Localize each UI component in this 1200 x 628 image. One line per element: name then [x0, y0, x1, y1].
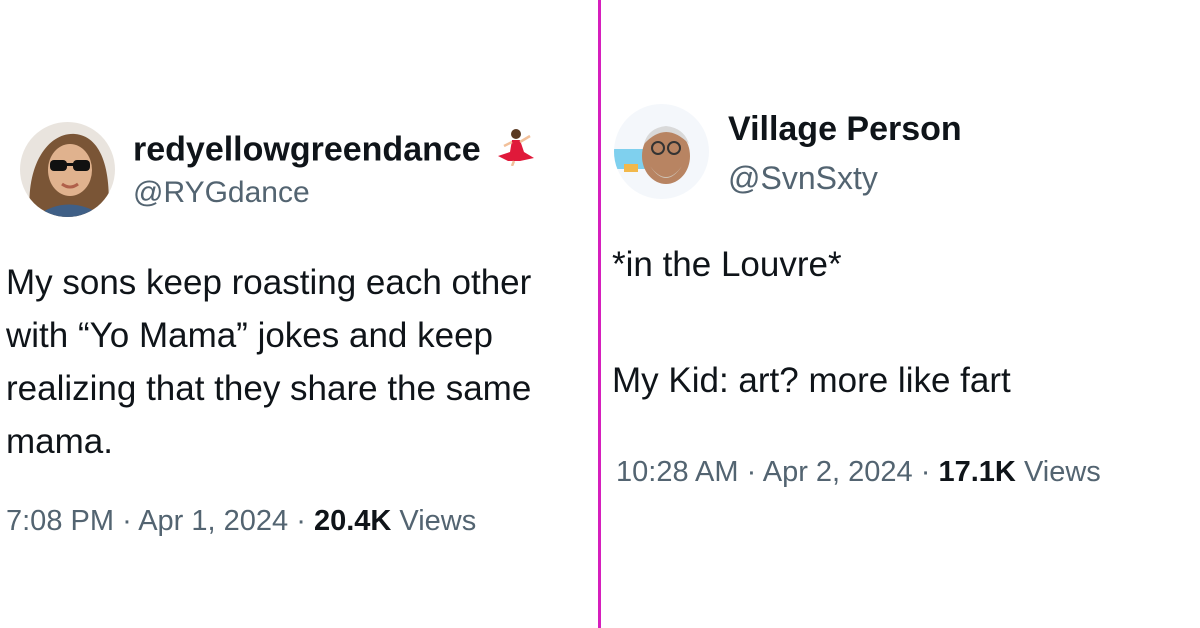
tweet-card-left: redyellowgreendance @RYGdance My sons ke… — [0, 0, 598, 628]
tweet-card-right: Village Person @SvnSxty *in the Louvre* … — [602, 0, 1200, 628]
tweet-date[interactable]: Apr 2, 2024 — [763, 456, 913, 488]
display-name[interactable]: Village Person — [728, 110, 962, 149]
avatar-photo-icon — [20, 122, 115, 217]
views-count: 20.4K — [313, 505, 392, 537]
views-label: Views — [1023, 456, 1101, 488]
tweet-meta: 10:28 AM · Apr 2, 2024 · 17.1K Views — [616, 456, 1101, 489]
views-count: 17.1K — [938, 456, 1016, 488]
handle[interactable]: @RYGdance — [133, 176, 310, 210]
dancer-emoji-icon — [494, 128, 536, 175]
avatar-photo-icon — [614, 104, 709, 199]
tweet-meta: 7:08 PM · Apr 1, 2024 · 20.4K Views — [6, 505, 476, 538]
tweet-date[interactable]: Apr 1, 2024 — [138, 505, 288, 537]
views-label: Views — [399, 505, 477, 537]
meta-separator: · — [746, 456, 757, 488]
handle[interactable]: @SvnSxty — [728, 160, 878, 197]
avatar[interactable] — [20, 122, 115, 217]
tweet-text-line-1: *in the Louvre* — [612, 245, 842, 284]
meta-separator: · — [296, 505, 306, 537]
display-name[interactable]: redyellowgreendance — [133, 128, 536, 175]
tweet-text-line-2: My Kid: art? more like fart — [612, 361, 1011, 400]
avatar[interactable] — [614, 104, 709, 199]
tweet-time[interactable]: 10:28 AM — [616, 456, 739, 488]
meta-separator: · — [122, 505, 132, 537]
panel-divider — [598, 0, 601, 628]
meta-separator: · — [920, 456, 931, 488]
tweet-text: My sons keep roasting each other with “Y… — [6, 263, 532, 461]
tweet-time[interactable]: 7:08 PM — [6, 505, 114, 537]
